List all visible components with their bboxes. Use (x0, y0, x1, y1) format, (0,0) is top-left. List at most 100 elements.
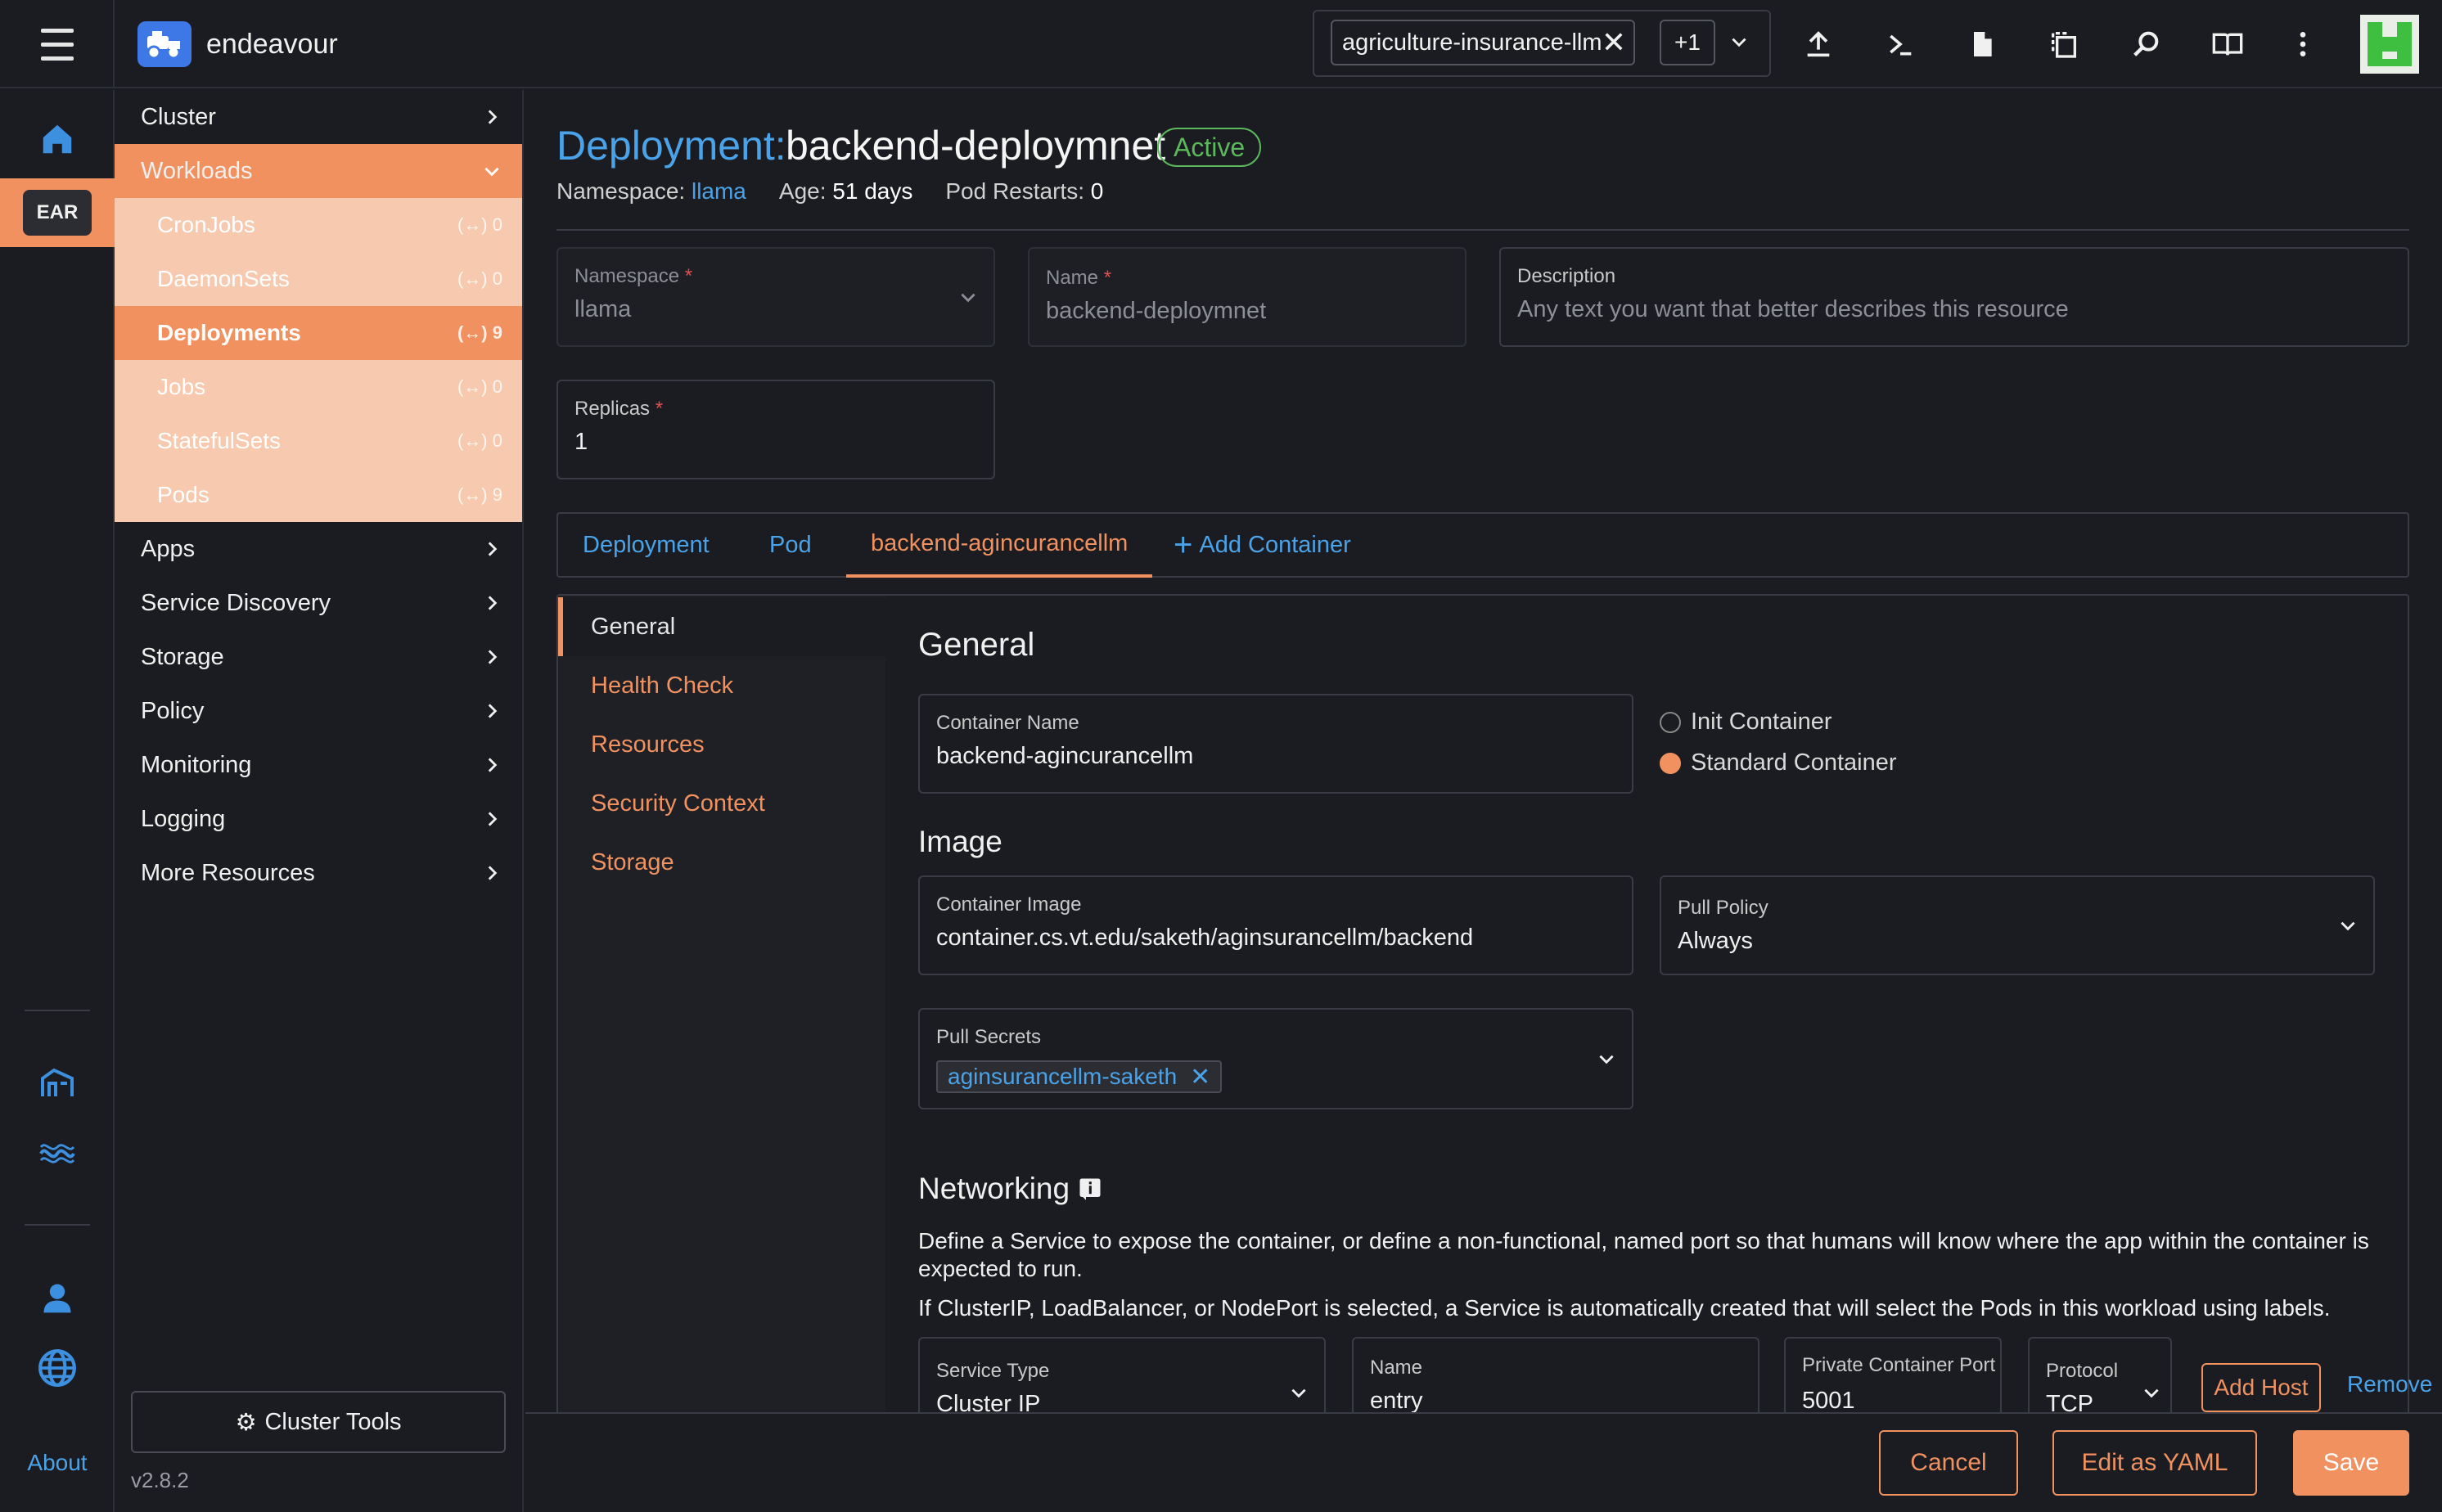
cluster-badge[interactable]: EAR (23, 190, 92, 236)
container-image-value: container.cs.vt.edu/saketh/aginsurancell… (936, 925, 1474, 951)
user-icon[interactable] (33, 1273, 82, 1322)
section-general[interactable]: General (558, 597, 885, 656)
nav-workloads[interactable]: Workloads (115, 144, 522, 198)
description-label: Description (1517, 265, 1616, 287)
rail-divider (25, 1224, 90, 1226)
container-port-label: Private Container Port (1802, 1354, 1996, 1376)
more-vertical-icon[interactable] (2278, 20, 2327, 69)
cluster-tools-button[interactable]: ⚙ Cluster Tools (131, 1391, 506, 1453)
general-heading: General (918, 627, 1035, 663)
networking-heading-label: Networking (918, 1172, 1070, 1205)
add-container-button[interactable]: + Add Container (1174, 512, 1351, 578)
namespace-link[interactable]: llama (692, 178, 746, 204)
file-icon[interactable] (1958, 20, 2007, 69)
nav-jobs[interactable]: Jobs (↔) 0 (115, 360, 522, 414)
home-icon[interactable] (33, 115, 82, 164)
rail-divider (25, 1010, 90, 1011)
cluster-tools-label: Cluster Tools (264, 1408, 402, 1435)
nav-pods[interactable]: Pods (↔) 9 (115, 468, 522, 522)
networking-service-note: If ClusterIP, LoadBalancer, or NodePort … (918, 1295, 2331, 1321)
nav-more-resources[interactable]: More Resources (115, 846, 522, 900)
context-chip[interactable]: agriculture-insurance-llm (1331, 20, 1635, 65)
container-image-field[interactable]: Container Image container.cs.vt.edu/sake… (918, 875, 1633, 975)
nav-count: (↔) 0 (457, 268, 502, 289)
name-field-value: backend-deploymnet (1046, 298, 1267, 324)
port-name-label: Name (1370, 1357, 1423, 1379)
edit-as-yaml-button[interactable]: Edit as YAML (2052, 1430, 2257, 1496)
container-port-value: 5001 (1802, 1388, 1855, 1414)
image-heading: Image (918, 825, 1002, 858)
nav-daemonsets[interactable]: DaemonSets (↔) 0 (115, 252, 522, 306)
nav-cluster[interactable]: Cluster (115, 90, 522, 144)
menu-icon[interactable] (0, 0, 115, 88)
name-field-label: Name * (1046, 267, 1112, 289)
init-container-radio[interactable]: Init Container (1660, 709, 1832, 736)
add-host-button[interactable]: Add Host (2201, 1363, 2321, 1412)
upload-icon[interactable] (1794, 20, 1843, 69)
nav-deployments[interactable]: Deployments (↔) 9 (115, 306, 522, 360)
cancel-button[interactable]: Cancel (1879, 1430, 2018, 1496)
section-resources[interactable]: Resources (558, 715, 885, 774)
nav-monitoring[interactable]: Monitoring (115, 738, 522, 792)
nav-label: Cluster (141, 103, 216, 130)
nav-policy[interactable]: Policy (115, 684, 522, 738)
replicas-field[interactable]: Replicas * 1 (556, 380, 995, 479)
section-storage[interactable]: Storage (558, 833, 885, 892)
book-icon[interactable] (2203, 20, 2252, 69)
copy-icon[interactable] (2039, 20, 2088, 69)
nav-label: Policy (141, 697, 205, 724)
chevron-right-icon (488, 596, 498, 610)
nav-statefulsets[interactable]: StatefulSets (↔) 0 (115, 414, 522, 468)
pull-secrets-label: Pull Secrets (936, 1026, 1042, 1048)
context-more-count[interactable]: +1 (1660, 20, 1715, 65)
pull-policy-select[interactable]: Pull Policy Always (1660, 875, 2375, 975)
chevron-down-icon (484, 167, 499, 177)
tab-deployment[interactable]: Deployment (583, 512, 710, 578)
terminal-icon[interactable] (1876, 20, 1925, 69)
chevron-down-icon[interactable] (1719, 21, 1759, 64)
gear-icon: ⚙ (235, 1409, 257, 1436)
info-icon[interactable] (1078, 1177, 1102, 1201)
about-link[interactable]: About (0, 1450, 115, 1476)
plus-icon: + (1174, 527, 1193, 563)
section-security-context[interactable]: Security Context (558, 774, 885, 833)
namespace-meta-label: Namespace: (556, 178, 686, 204)
restarts-label: Pod Restarts: (945, 178, 1084, 204)
name-field[interactable]: Name * backend-deploymnet (1028, 247, 1467, 347)
close-icon[interactable]: ✕ (1597, 25, 1630, 61)
user-avatar[interactable] (2360, 15, 2419, 74)
remove-port-link[interactable]: Remove (2347, 1371, 2432, 1397)
header-divider (113, 0, 115, 88)
extensions-icon[interactable] (33, 1129, 82, 1178)
standard-container-radio[interactable]: Standard Container (1660, 749, 1897, 776)
nav-service-discovery[interactable]: Service Discovery (115, 576, 522, 630)
nav-cronjobs[interactable]: CronJobs (↔) 0 (115, 198, 522, 252)
save-button[interactable]: Save (2293, 1430, 2409, 1496)
container-tabs (556, 512, 2409, 578)
remove-icon[interactable]: ✕ (1190, 1063, 1210, 1091)
container-name-field[interactable]: Container Name backend-agincurancellm (918, 694, 1633, 794)
nav-logging[interactable]: Logging (115, 792, 522, 846)
fleet-icon[interactable] (33, 1059, 82, 1108)
age-label: Age: (778, 178, 827, 204)
nav-label: Storage (141, 643, 224, 670)
pull-secrets-select[interactable]: Pull Secrets (918, 1008, 1633, 1109)
pull-policy-label: Pull Policy (1678, 897, 1768, 919)
search-icon[interactable] (2121, 20, 2170, 69)
tab-container[interactable]: backend-agincurancellm (846, 512, 1153, 578)
section-health-check[interactable]: Health Check (558, 656, 885, 715)
description-field[interactable]: Description Any text you want that bette… (1499, 247, 2409, 347)
pull-secret-chip[interactable]: aginsurancellm-saketh ✕ (936, 1060, 1223, 1093)
globe-icon[interactable] (33, 1343, 82, 1393)
nav-label: More Resources (141, 859, 315, 886)
standard-container-label: Standard Container (1691, 749, 1897, 776)
nav-count: (↔) 0 (457, 376, 502, 397)
namespace-select[interactable]: Namespace * llama (556, 247, 995, 347)
nav-storage[interactable]: Storage (115, 630, 522, 684)
divider (556, 229, 2409, 231)
nav-apps[interactable]: Apps (115, 522, 522, 576)
replicas-label: Replicas * (574, 398, 664, 420)
radio-selected-icon (1660, 752, 1681, 774)
nav-label: Logging (141, 805, 226, 832)
tab-pod[interactable]: Pod (769, 512, 812, 578)
